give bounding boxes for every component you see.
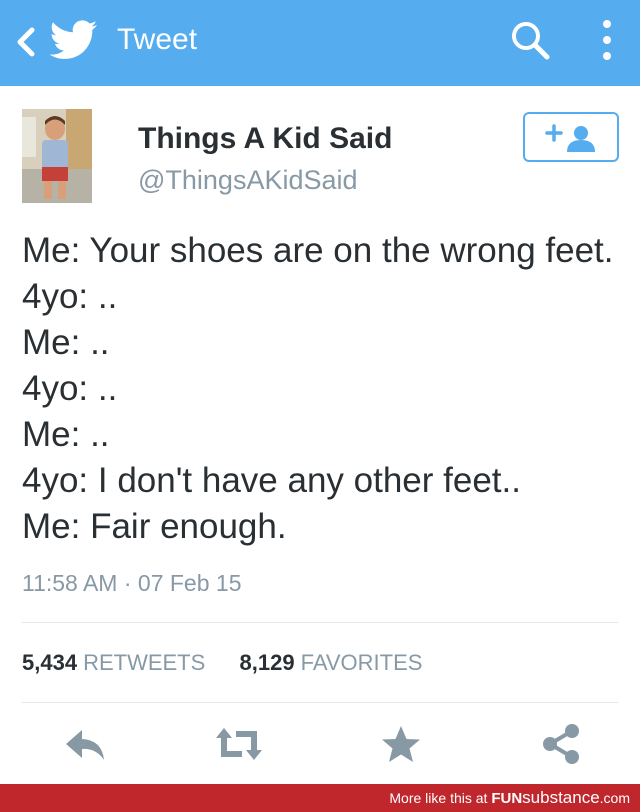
twitter-bird-icon[interactable] [50, 18, 98, 62]
footer-link[interactable]: More like this at FUNsubstance.com [389, 784, 630, 812]
add-user-icon [545, 124, 595, 152]
divider [22, 622, 618, 623]
share-icon[interactable] [536, 722, 586, 766]
favorite-star-icon[interactable] [376, 722, 426, 766]
follow-button[interactable] [523, 112, 619, 162]
retweets-count: 5,434 [22, 650, 78, 675]
chevron-left-icon[interactable] [10, 22, 40, 62]
divider [22, 702, 618, 703]
tweet-stats: 5,434 RETWEETS 8,129 FAVORITES [22, 648, 422, 678]
footer-brand-bold: FUN [491, 790, 523, 807]
search-icon[interactable] [508, 18, 554, 64]
tweet-line: 4yo: I don't have any other feet.. [22, 461, 521, 500]
page-title: Tweet [117, 23, 198, 56]
overflow-menu-icon[interactable] [596, 16, 618, 66]
tweet-line: Me: .. [22, 323, 110, 362]
tweet-line: Me: .. [22, 415, 110, 454]
tweet-line: 4yo: .. [22, 277, 118, 316]
top-app-bar: Tweet [0, 0, 640, 86]
tweet-line: Me: Your shoes are on the wrong feet. [22, 231, 614, 270]
tweet-line: Me: Fair enough. [22, 507, 287, 546]
user-handle[interactable]: @ThingsAKidSaid [138, 163, 358, 197]
retweets-label: RETWEETS [83, 650, 206, 675]
footer-brand-suffix: .com [599, 790, 630, 806]
tweet-text: Me: Your shoes are on the wrong feet. 4y… [22, 228, 622, 550]
timestamp: 11:58 AM · 07 Feb 15 [22, 570, 242, 596]
favorites-stat[interactable]: 8,129 FAVORITES [240, 650, 423, 675]
watermark-footer: More like this at FUNsubstance.com [0, 784, 640, 812]
retweets-stat[interactable]: 5,434 RETWEETS [22, 650, 211, 675]
footer-prefix: More like this at [389, 790, 492, 806]
avatar[interactable] [22, 109, 92, 203]
favorites-count: 8,129 [239, 650, 295, 675]
avatar-photo [22, 109, 92, 203]
footer-brand-rest: substance [522, 788, 600, 807]
retweet-icon[interactable] [214, 722, 264, 766]
reply-icon[interactable] [60, 722, 110, 766]
display-name[interactable]: Things A Kid Said [138, 120, 392, 158]
tweet-line: 4yo: .. [22, 369, 118, 408]
favorites-label: FAVORITES [300, 650, 423, 675]
